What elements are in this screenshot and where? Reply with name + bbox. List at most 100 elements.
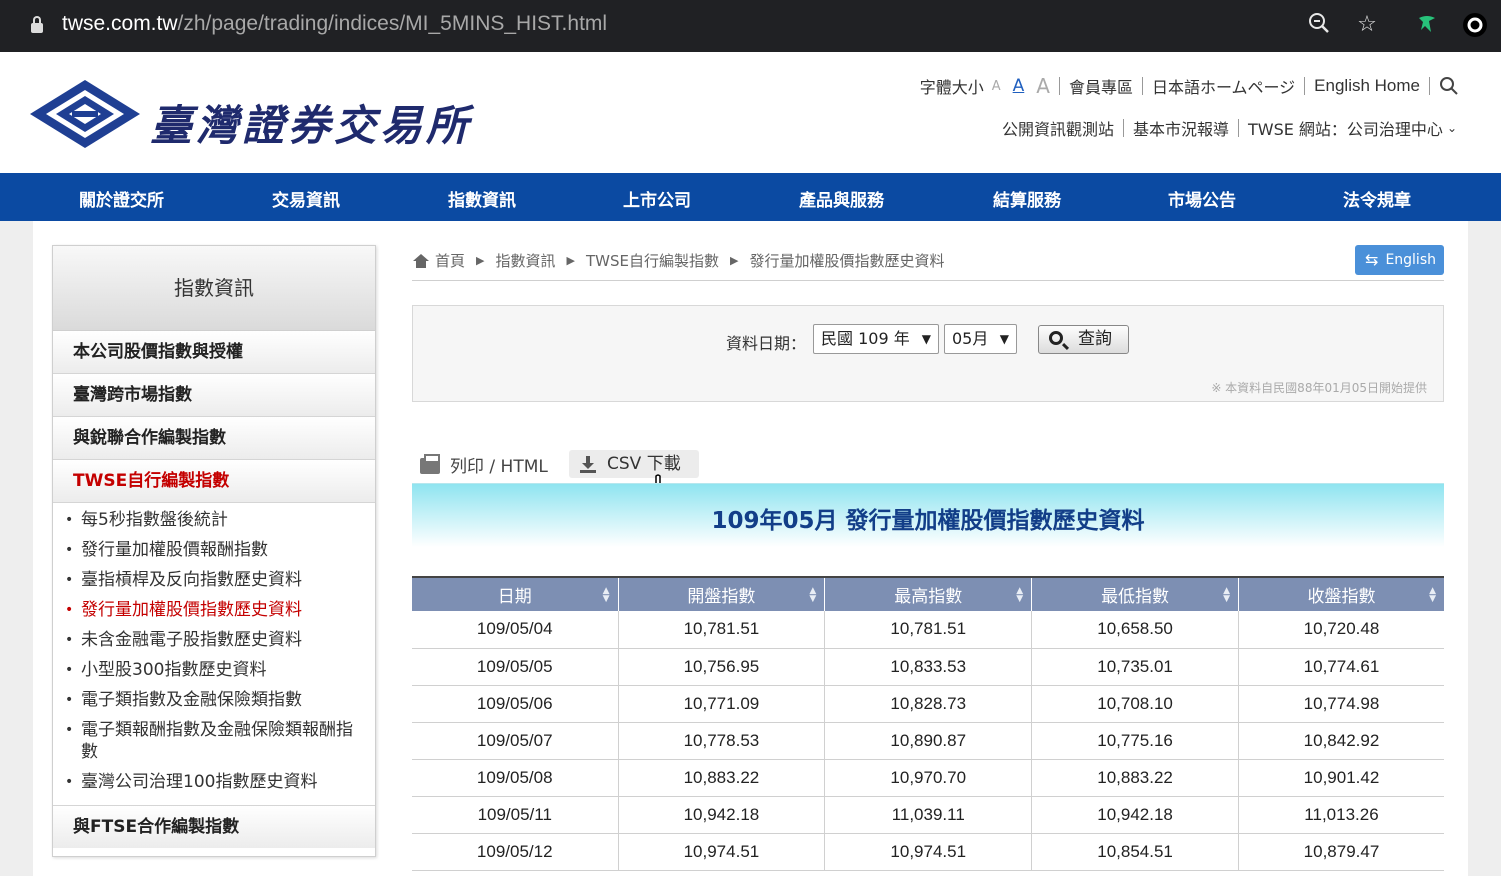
search-icon[interactable] <box>1439 76 1459 97</box>
sort-icon: ▲ ▼ <box>1429 586 1436 604</box>
table-header-row: 日期 ▲ ▼ 開盤指數 ▲ ▼ 最高指數 ▲ ▼ 最低指數 ▲ ▼ 收盤指數 ▲ ▼ <box>412 577 1444 611</box>
nav-about[interactable]: 關於證交所 <box>79 186 164 211</box>
breadcrumb-indices[interactable]: 指數資訊 <box>495 250 555 271</box>
font-size-large[interactable]: A <box>1036 74 1050 98</box>
sidebar-item-rafi[interactable]: 與銳聯合作編製指數 <box>53 417 375 460</box>
table-cell: 109/05/05 <box>412 648 619 686</box>
table-cell: 10,778.53 <box>618 722 826 760</box>
sidebar-subitem-active[interactable]: 發行量加權股價指數歷史資料 <box>53 599 375 621</box>
sidebar-subitem[interactable]: 發行量加權股價報酬指數 <box>53 539 375 561</box>
date-label: 資料日期： <box>726 334 807 353</box>
table-cell: 10,883.22 <box>618 759 826 797</box>
col-high-header[interactable]: 最高指數 ▲ ▼ <box>824 577 1033 611</box>
table-cell: 10,883.22 <box>1031 759 1239 797</box>
sidebar-item-cross-market[interactable]: 臺灣跨市場指數 <box>53 374 375 417</box>
table-cell: 10,774.98 <box>1238 685 1444 723</box>
font-size-medium[interactable]: A <box>1013 76 1025 96</box>
chevron-down-icon: ▼ <box>921 332 931 346</box>
table-cell: 10,775.16 <box>1031 722 1239 760</box>
sidebar-item-twse-indices[interactable]: TWSE自行編製指數 <box>53 460 375 503</box>
top-links: 字體大小 A A A 會員專區 日本語ホームページ English Home <box>920 74 1459 98</box>
breadcrumb-twse-indices[interactable]: TWSE自行編製指數 <box>586 250 719 271</box>
profile-icon[interactable] <box>1462 12 1488 38</box>
market-report-link[interactable]: 基本市況報導 <box>1133 116 1229 140</box>
font-size-small[interactable]: A <box>992 79 1001 94</box>
table-cell: 109/05/06 <box>412 685 619 723</box>
table-row: 109/05/04 10,781.51 10,781.51 10,658.50 10,7… <box>412 611 1444 649</box>
breadcrumb-arrow-icon: ▶ <box>729 254 739 267</box>
col-date-header[interactable]: 日期 ▲ ▼ <box>412 577 619 611</box>
table-cell: 10,756.95 <box>618 648 826 686</box>
home-icon <box>413 253 429 268</box>
month-select[interactable]: 05月 ▼ <box>944 324 1017 354</box>
sidebar-item-licensing[interactable]: 本公司股價指數與授權 <box>53 331 375 374</box>
table-cell: 10,890.87 <box>824 722 1033 760</box>
breadcrumb: 首頁 ▶ 指數資訊 ▶ TWSE自行編製指數 ▶ 發行量加權股價指數歷史資料 <box>413 250 944 271</box>
sort-icon: ▲ ▼ <box>809 586 817 604</box>
browser-address-bar: twse.com.tw/zh/page/trading/indices/MI_5… <box>0 0 1501 52</box>
swap-icon: ⇆ <box>1365 250 1379 269</box>
sidebar-subitem[interactable]: 電子類報酬指數及金融保險類報酬指數 <box>53 719 375 763</box>
twse-logo[interactable] <box>28 78 142 154</box>
japanese-link[interactable]: 日本語ホームページ <box>1152 74 1295 98</box>
nav-listed[interactable]: 上市公司 <box>623 186 691 211</box>
mops-link[interactable]: 公開資訊觀測站 <box>1002 116 1114 140</box>
breadcrumb-home[interactable]: 首頁 <box>435 250 465 271</box>
col-low-header[interactable]: 最低指數 ▲ ▼ <box>1031 577 1239 611</box>
twse-sites-dropdown[interactable]: TWSE 網站：公司治理中心 <box>1248 116 1443 140</box>
bookmark-star-icon[interactable]: ☆ <box>1354 12 1380 38</box>
extension-icon[interactable] <box>1414 12 1440 38</box>
table-cell: 10,781.51 <box>618 611 826 649</box>
nav-clearing[interactable]: 結算服務 <box>993 186 1061 211</box>
query-button[interactable]: 查詢 <box>1038 325 1129 354</box>
table-cell: 10,833.53 <box>824 648 1033 686</box>
sidebar-subitem[interactable]: 小型股300指數歷史資料 <box>53 659 375 681</box>
sidebar-item-ftse[interactable]: 與FTSE合作編製指數 <box>53 805 375 848</box>
sidebar-subitem[interactable]: 臺灣公司治理100指數歷史資料 <box>53 771 375 793</box>
table-cell: 10,842.92 <box>1238 722 1444 760</box>
sidebar-subitem[interactable]: 電子類指數及金融保險類指數 <box>53 689 375 711</box>
table-title-band: 109年05月 發行量加權股價指數歷史資料 <box>412 483 1444 547</box>
breadcrumb-arrow-icon: ▶ <box>566 254 575 267</box>
table-cell: 10,974.51 <box>824 833 1033 871</box>
table-cell: 10,828.73 <box>824 685 1033 723</box>
breadcrumb-current: 發行量加權股價指數歷史資料 <box>749 252 945 270</box>
col-close-header[interactable]: 收盤指數 ▲ ▼ <box>1238 577 1444 611</box>
nav-announcements[interactable]: 市場公告 <box>1168 186 1236 211</box>
site-title: 臺灣證券交易所 <box>150 101 473 150</box>
nav-trading[interactable]: 交易資訊 <box>272 186 340 211</box>
sort-icon: ▲ ▼ <box>1223 586 1230 604</box>
sidebar: 指數資訊 本公司股價指數與授權 臺灣跨市場指數 與銳聯合作編製指數 TWSE自行… <box>52 245 376 857</box>
table-cell: 11,039.11 <box>824 796 1033 834</box>
main-nav: 關於證交所 交易資訊 指數資訊 上市公司 產品與服務 結算服務 市場公告 法令規… <box>0 173 1501 221</box>
nav-indices[interactable]: 指數資訊 <box>448 186 516 211</box>
table-cell: 10,974.51 <box>618 833 826 871</box>
csv-download-button[interactable]: CSV 下載 <box>569 450 699 478</box>
url-field[interactable]: twse.com.tw/zh/page/trading/indices/MI_5… <box>62 12 607 36</box>
sort-icon: ▲ ▼ <box>602 586 610 604</box>
table-title: 109年05月 發行量加權股價指數歷史資料 <box>711 508 1145 534</box>
table-cell: 10,781.51 <box>824 611 1033 649</box>
sidebar-subitem[interactable]: 每5秒指數盤後統計 <box>53 509 375 531</box>
nav-regulations[interactable]: 法令規章 <box>1343 186 1411 211</box>
col-open-header[interactable]: 開盤指數 ▲ ▼ <box>618 577 826 611</box>
zoom-icon[interactable] <box>1306 12 1332 38</box>
table-cell: 109/05/07 <box>412 722 619 760</box>
year-select[interactable]: 民國 109 年 ▼ <box>813 324 939 354</box>
table-cell: 11,013.26 <box>1238 796 1444 834</box>
sidebar-subitem[interactable]: 臺指槓桿及反向指數歷史資料 <box>53 569 375 591</box>
table-row: 109/05/05 10,756.95 10,833.53 10,735.01 10,7… <box>412 648 1444 686</box>
table-cell: 109/05/12 <box>412 833 619 871</box>
site-header: 臺灣證券交易所 字體大小 A A A 會員專區 日本語ホームページ Englis… <box>0 52 1501 173</box>
lock-icon <box>30 16 44 34</box>
english-button[interactable]: ⇆ English <box>1355 245 1444 275</box>
english-home-link[interactable]: English Home <box>1314 76 1420 96</box>
breadcrumb-divider <box>412 280 1444 281</box>
table-row: 109/05/06 10,771.09 10,828.73 10,708.10 10,7… <box>412 685 1444 723</box>
print-html-button[interactable]: 列印 / HTML <box>420 452 548 477</box>
table-cell: 10,720.48 <box>1238 611 1444 649</box>
table-cell: 10,942.18 <box>1031 796 1239 834</box>
member-link[interactable]: 會員專區 <box>1069 74 1133 98</box>
sidebar-subitem[interactable]: 未含金融電子股指數歷史資料 <box>53 629 375 651</box>
nav-products[interactable]: 產品與服務 <box>799 186 884 211</box>
